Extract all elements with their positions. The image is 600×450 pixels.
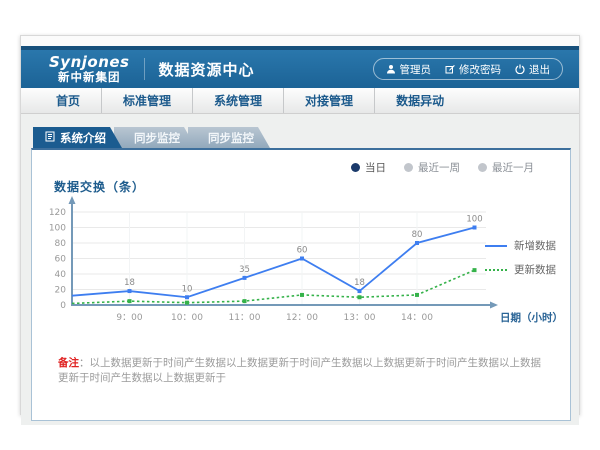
svg-text:60: 60 xyxy=(55,255,67,265)
main-nav: 首页 标准管理 系统管理 对接管理 数据异动 xyxy=(21,88,579,114)
svg-text:日期（小时）: 日期（小时） xyxy=(500,311,563,324)
svg-text:13：00: 13：00 xyxy=(344,313,376,323)
tab-label: 系统介绍 xyxy=(60,130,106,146)
svg-text:40: 40 xyxy=(55,270,67,280)
svg-text:10: 10 xyxy=(182,284,193,294)
radio-today[interactable]: 当日 xyxy=(351,160,386,175)
nav-item-system-mgmt[interactable]: 系统管理 xyxy=(192,88,283,113)
footnote-prefix: 备注 xyxy=(58,357,79,369)
svg-text:9：00: 9：00 xyxy=(116,313,142,323)
svg-text:11：00: 11：00 xyxy=(229,313,261,323)
logout-label: 退出 xyxy=(529,62,550,77)
svg-text:20: 20 xyxy=(55,286,67,296)
nav-item-home[interactable]: 首页 xyxy=(35,88,101,113)
chart-panel: 当日 最近一周 最近一月 数据交换（条） 0204060801001209：00… xyxy=(31,148,571,421)
radio-label: 最近一月 xyxy=(492,160,534,175)
app-header: Synjones 新中新集团 数据资源中心 管理员 修改密码 xyxy=(21,50,579,88)
page-title: 数据资源中心 xyxy=(159,59,255,80)
app-window: Synjones 新中新集团 数据资源中心 管理员 修改密码 xyxy=(20,35,580,415)
legend-item-new-data[interactable]: 新增数据 xyxy=(485,238,556,253)
tab-bar: 系统介绍 同步监控 同步监控 xyxy=(33,127,270,148)
svg-text:18: 18 xyxy=(124,278,135,288)
power-icon xyxy=(515,64,525,74)
user-menu: 管理员 修改密码 退出 xyxy=(373,58,564,80)
footnote: 备注：以上数据更新于时间产生数据以上数据更新于时间产生数据以上数据更新于时间产生… xyxy=(58,356,550,385)
content-area: 系统介绍 同步监控 同步监控 当日 最近一周 xyxy=(21,114,579,425)
svg-text:35: 35 xyxy=(239,265,250,275)
logout-button[interactable]: 退出 xyxy=(515,62,550,77)
svg-text:14：00: 14：00 xyxy=(401,313,433,323)
radio-dot-icon xyxy=(478,163,487,172)
svg-text:60: 60 xyxy=(297,246,308,256)
svg-text:0: 0 xyxy=(60,301,66,311)
svg-text:80: 80 xyxy=(412,230,423,240)
admin-button[interactable]: 管理员 xyxy=(386,62,432,77)
time-range-filters: 当日 最近一周 最近一月 xyxy=(351,160,534,175)
svg-text:10：00: 10：00 xyxy=(171,313,203,323)
radio-label: 最近一周 xyxy=(418,160,460,175)
tab-label: 同步监控 xyxy=(134,130,180,146)
radio-dot-icon xyxy=(404,163,413,172)
chart-legend: 新增数据 更新数据 xyxy=(485,238,556,277)
legend-label: 更新数据 xyxy=(514,262,556,277)
change-password-button[interactable]: 修改密码 xyxy=(445,62,501,77)
tab-system-intro[interactable]: 系统介绍 xyxy=(33,127,122,148)
nav-item-interface-mgmt[interactable]: 对接管理 xyxy=(283,88,374,113)
edit-icon xyxy=(445,64,455,74)
logo-subtext: 新中新集团 xyxy=(49,72,130,84)
svg-text:18: 18 xyxy=(354,278,365,288)
radio-label: 当日 xyxy=(365,160,386,175)
svg-text:12：00: 12：00 xyxy=(286,313,318,323)
radio-last-month[interactable]: 最近一月 xyxy=(478,160,534,175)
solid-line-swatch-icon xyxy=(485,245,507,247)
footnote-text: ：以上数据更新于时间产生数据以上数据更新于时间产生数据以上数据更新于时间产生数据… xyxy=(58,357,541,384)
svg-text:100: 100 xyxy=(49,224,66,234)
svg-text:80: 80 xyxy=(55,239,67,249)
dotted-line-swatch-icon xyxy=(485,269,507,271)
tab-label: 同步监控 xyxy=(208,130,254,146)
window-top-strip xyxy=(21,36,579,46)
svg-text:100: 100 xyxy=(466,215,482,225)
admin-label: 管理员 xyxy=(400,62,432,77)
nav-item-standard-mgmt[interactable]: 标准管理 xyxy=(101,88,192,113)
document-icon xyxy=(45,131,55,145)
tab-sync-monitor-1[interactable]: 同步监控 xyxy=(114,127,196,148)
user-icon xyxy=(386,64,396,74)
svg-text:120: 120 xyxy=(49,208,66,218)
header-divider xyxy=(144,58,145,80)
tab-sync-monitor-2[interactable]: 同步监控 xyxy=(188,127,270,148)
change-password-label: 修改密码 xyxy=(459,62,501,77)
logo-text: Synjones xyxy=(49,55,130,70)
legend-item-update-data[interactable]: 更新数据 xyxy=(485,262,556,277)
radio-last-week[interactable]: 最近一周 xyxy=(404,160,460,175)
company-logo: Synjones 新中新集团 xyxy=(49,55,130,84)
radio-dot-icon xyxy=(351,163,360,172)
legend-label: 新增数据 xyxy=(514,238,556,253)
nav-item-data-change[interactable]: 数据异动 xyxy=(374,88,465,113)
